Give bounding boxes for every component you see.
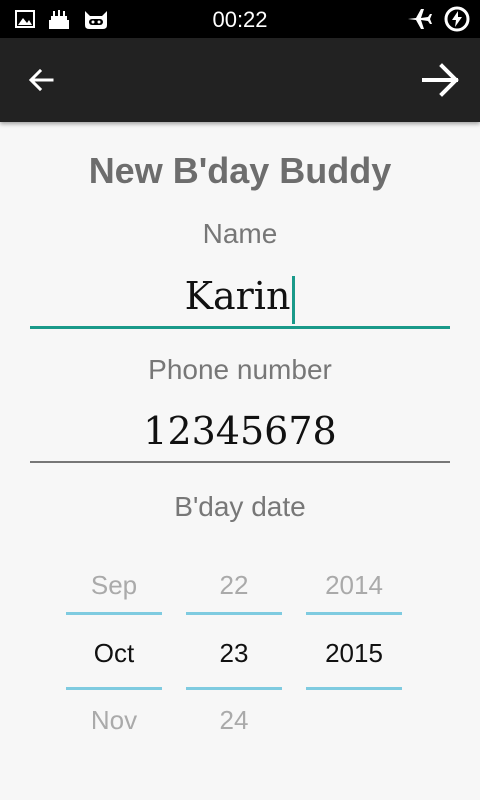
system-icons	[406, 6, 470, 32]
picker-divider-bottom	[306, 687, 402, 690]
arrow-right-icon[interactable]	[420, 60, 462, 100]
action-bar	[0, 38, 480, 122]
airplane-mode-icon	[408, 9, 432, 29]
name-field[interactable]: Karin	[30, 266, 450, 329]
month-next[interactable]: Nov	[66, 705, 162, 736]
picker-divider-bottom	[66, 687, 162, 690]
picker-divider-bottom	[186, 687, 282, 690]
page-title: New B'day Buddy	[88, 150, 392, 191]
day-next[interactable]: 24	[186, 705, 282, 736]
battery-charging-icon	[444, 6, 470, 32]
year-prev[interactable]: 2014	[306, 570, 402, 601]
phone-value: 12345678	[143, 409, 337, 453]
picker-divider-top	[66, 612, 162, 615]
day-prev[interactable]: 22	[186, 570, 282, 601]
day-selected[interactable]: 23	[186, 638, 282, 669]
arrow-left-icon[interactable]	[26, 64, 58, 96]
phone-field[interactable]: 12345678	[30, 401, 450, 463]
status-bar: 00:22	[0, 0, 480, 38]
year-picker[interactable]: 2014 2015	[306, 560, 402, 740]
month-prev[interactable]: Sep	[66, 570, 162, 601]
picker-divider-top	[186, 612, 282, 615]
picker-divider-top	[306, 612, 402, 615]
name-value: Karin	[184, 274, 291, 318]
name-label: Name	[202, 218, 278, 249]
year-selected[interactable]: 2015	[306, 638, 402, 669]
phone-label: Phone number	[148, 354, 332, 385]
month-picker[interactable]: Sep Oct Nov	[66, 560, 162, 740]
day-picker[interactable]: 22 23 24	[186, 560, 282, 740]
text-cursor	[292, 275, 296, 324]
bday-date-label: B'day date	[174, 491, 306, 522]
month-selected[interactable]: Oct	[66, 638, 162, 669]
